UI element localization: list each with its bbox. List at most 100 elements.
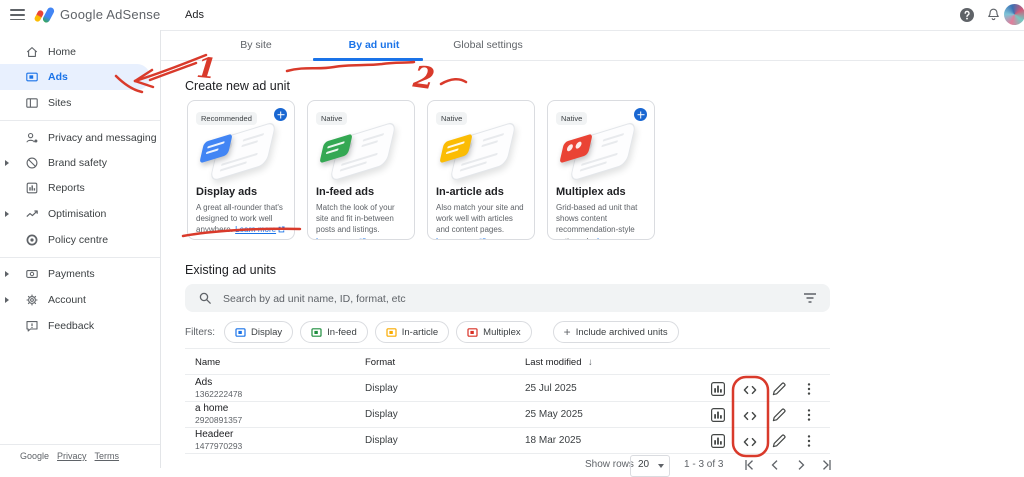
- edit-pencil-icon[interactable]: [771, 433, 787, 449]
- previous-page-icon[interactable]: [768, 458, 782, 472]
- create-plus-icon[interactable]: [274, 108, 287, 121]
- phone-illustration: [436, 129, 526, 179]
- column-header-format[interactable]: Format: [365, 357, 395, 368]
- learn-more-link[interactable]: Learn more: [235, 225, 276, 234]
- learn-more-link[interactable]: Learn more: [597, 237, 638, 240]
- card-description: Grid-based ad unit that shows content re…: [556, 202, 646, 240]
- sidebar-item-home[interactable]: Home: [0, 39, 156, 65]
- filter-chip-multiplex[interactable]: Multiplex: [456, 321, 532, 343]
- stats-chart-icon[interactable]: [710, 381, 726, 397]
- first-page-icon[interactable]: [742, 458, 756, 472]
- expand-caret-icon[interactable]: [5, 211, 9, 217]
- in-article-format-icon: [386, 327, 397, 338]
- edit-pencil-icon[interactable]: [771, 407, 787, 423]
- reports-icon: [25, 181, 39, 195]
- sidebar-item-brand-safety[interactable]: Brand safety: [0, 150, 156, 176]
- more-options-kebab-icon[interactable]: [801, 433, 817, 449]
- privacy-person-icon: [25, 131, 39, 145]
- card-multiplex-ads[interactable]: Native Multiplex ads Grid-based ad unit …: [547, 100, 655, 240]
- tab-global-settings[interactable]: Global settings: [453, 39, 522, 51]
- sidebar-item-optimisation[interactable]: Optimisation: [0, 201, 156, 227]
- card-in-article-ads[interactable]: Native In-article ads Also match your si…: [427, 100, 535, 240]
- page-title: Ads: [185, 9, 204, 21]
- phone-illustration: [196, 129, 286, 179]
- edit-pencil-icon[interactable]: [771, 381, 787, 397]
- search-bar[interactable]: [185, 284, 830, 312]
- filter-chip-display[interactable]: Display: [224, 321, 293, 343]
- ad-unit-cards: Recommended Display ads A great all-roun…: [187, 100, 655, 240]
- sidebar-divider: [0, 257, 160, 258]
- search-input[interactable]: [221, 285, 785, 313]
- ad-unit-format: Display: [365, 383, 398, 394]
- payments-icon: [25, 267, 39, 281]
- annotation-squiggle-tail: [441, 79, 466, 84]
- get-code-icon[interactable]: [742, 408, 758, 424]
- sidebar-item-label: Home: [48, 46, 76, 58]
- privacy-link[interactable]: Privacy: [57, 451, 87, 461]
- get-code-icon[interactable]: [742, 382, 758, 398]
- existing-section-heading: Existing ad units: [185, 263, 276, 277]
- terms-link[interactable]: Terms: [95, 451, 120, 461]
- learn-more-link[interactable]: Learn more: [436, 237, 477, 240]
- chip-label: Include archived units: [576, 327, 668, 338]
- learn-more-link[interactable]: Learn more: [316, 237, 357, 240]
- pagination-range-label: 1 - 3 of 3: [684, 459, 723, 470]
- plus-icon: +: [564, 326, 571, 338]
- sidebar-item-policy-centre[interactable]: Policy centre: [0, 227, 156, 253]
- more-options-kebab-icon[interactable]: [801, 407, 817, 423]
- filter-chip-in-article[interactable]: In-article: [375, 321, 449, 343]
- policy-centre-icon: [25, 233, 39, 247]
- more-options-kebab-icon[interactable]: [801, 381, 817, 397]
- hamburger-menu-icon[interactable]: [10, 9, 25, 21]
- sidebar-item-reports[interactable]: Reports: [0, 175, 156, 201]
- tab-by-ad-unit[interactable]: By ad unit: [349, 39, 400, 51]
- sidebar-item-sites[interactable]: Sites: [0, 90, 156, 116]
- multiplex-format-icon: [467, 327, 478, 338]
- card-title: In-article ads: [436, 186, 526, 198]
- column-header-last-modified[interactable]: Last modified: [525, 357, 582, 368]
- next-page-icon[interactable]: [794, 458, 808, 472]
- sort-descending-icon[interactable]: ↓: [588, 357, 593, 368]
- sidebar-footer: GooglePrivacyTerms: [20, 451, 119, 461]
- rows-per-page-select[interactable]: 20: [630, 455, 670, 477]
- filter-chip-in-feed[interactable]: In-feed: [300, 321, 368, 343]
- last-page-icon[interactable]: [820, 458, 834, 472]
- chip-label: In-feed: [327, 327, 357, 338]
- rows-per-page-value: 20: [638, 459, 649, 470]
- card-in-feed-ads[interactable]: Native In-feed ads Match the look of you…: [307, 100, 415, 240]
- expand-caret-icon[interactable]: [5, 271, 9, 277]
- brand-safety-icon: [25, 156, 39, 170]
- notifications-bell-icon[interactable]: [986, 7, 1001, 23]
- ad-unit-id: 2920891357: [195, 415, 242, 425]
- stats-chart-icon[interactable]: [710, 433, 726, 449]
- sidebar-item-privacy-and-messaging[interactable]: Privacy and messaging: [0, 125, 156, 151]
- filter-lines-icon[interactable]: [803, 292, 817, 304]
- expand-caret-icon[interactable]: [5, 160, 9, 166]
- brand-title: Google AdSense: [60, 7, 160, 22]
- sidebar-item-feedback[interactable]: Feedback: [0, 313, 156, 339]
- chip-label: Display: [251, 327, 282, 338]
- tab-by-site[interactable]: By site: [240, 39, 272, 51]
- card-description: Also match your site and work well with …: [436, 202, 526, 240]
- card-badge: Recommended: [196, 112, 257, 125]
- sidebar-item-label: Optimisation: [48, 208, 106, 220]
- stats-chart-icon[interactable]: [710, 407, 726, 423]
- ad-unit-name: Headeer: [195, 429, 233, 440]
- include-archived-units-chip[interactable]: + Include archived units: [553, 321, 679, 343]
- card-description: A great all-rounder that's designed to w…: [196, 202, 286, 236]
- expand-caret-icon[interactable]: [5, 297, 9, 303]
- column-header-name[interactable]: Name: [195, 357, 220, 368]
- card-title: Display ads: [196, 186, 286, 198]
- card-badge: Native: [436, 112, 467, 125]
- sidebar-item-payments[interactable]: Payments: [0, 261, 156, 287]
- annotation-underline-by-ad-unit: [287, 62, 414, 71]
- sidebar-item-ads[interactable]: Ads: [0, 64, 150, 90]
- optimisation-trend-icon: [25, 207, 39, 221]
- ad-unit-last-modified: 18 Mar 2025: [525, 435, 581, 446]
- user-avatar[interactable]: [1004, 4, 1024, 25]
- help-icon[interactable]: [960, 8, 974, 22]
- create-plus-icon[interactable]: [634, 108, 647, 121]
- sidebar-item-account[interactable]: Account: [0, 287, 156, 313]
- card-display-ads[interactable]: Recommended Display ads A great all-roun…: [187, 100, 295, 240]
- get-code-icon[interactable]: [742, 434, 758, 450]
